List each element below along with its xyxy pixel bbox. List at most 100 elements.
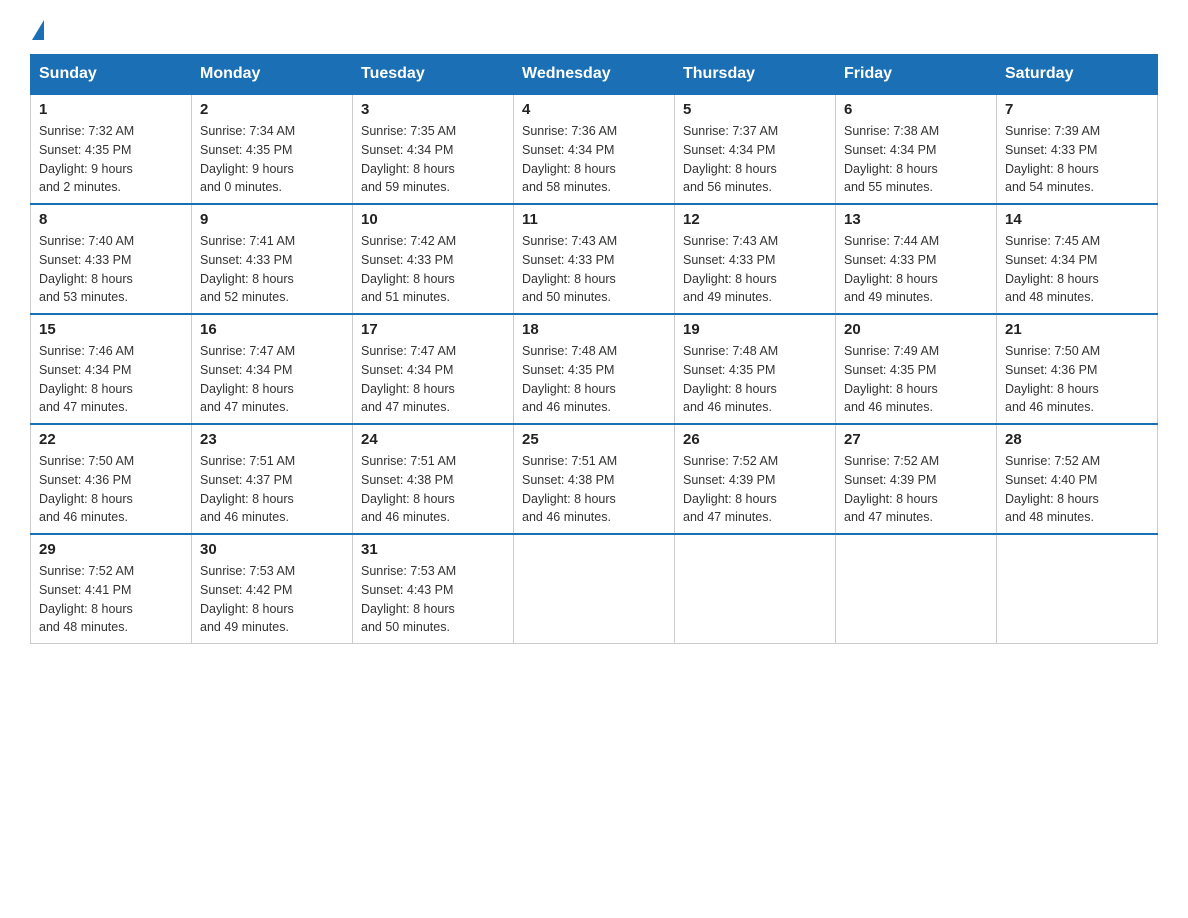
- day-number: 19: [683, 321, 827, 338]
- day-number: 27: [844, 431, 988, 448]
- day-number: 5: [683, 101, 827, 118]
- day-cell: 26 Sunrise: 7:52 AM Sunset: 4:39 PM Dayl…: [675, 424, 836, 534]
- logo: [30, 20, 44, 44]
- day-number: 21: [1005, 321, 1149, 338]
- day-cell: [997, 534, 1158, 644]
- day-cell: 12 Sunrise: 7:43 AM Sunset: 4:33 PM Dayl…: [675, 204, 836, 314]
- day-number: 11: [522, 211, 666, 228]
- week-row-3: 15 Sunrise: 7:46 AM Sunset: 4:34 PM Dayl…: [31, 314, 1158, 424]
- day-info: Sunrise: 7:52 AM Sunset: 4:40 PM Dayligh…: [1005, 452, 1149, 527]
- day-number: 25: [522, 431, 666, 448]
- day-cell: 2 Sunrise: 7:34 AM Sunset: 4:35 PM Dayli…: [192, 94, 353, 204]
- day-cell: 22 Sunrise: 7:50 AM Sunset: 4:36 PM Dayl…: [31, 424, 192, 534]
- day-info: Sunrise: 7:51 AM Sunset: 4:38 PM Dayligh…: [522, 452, 666, 527]
- day-info: Sunrise: 7:40 AM Sunset: 4:33 PM Dayligh…: [39, 232, 183, 307]
- day-cell: 18 Sunrise: 7:48 AM Sunset: 4:35 PM Dayl…: [514, 314, 675, 424]
- day-number: 18: [522, 321, 666, 338]
- week-row-4: 22 Sunrise: 7:50 AM Sunset: 4:36 PM Dayl…: [31, 424, 1158, 534]
- day-cell: 7 Sunrise: 7:39 AM Sunset: 4:33 PM Dayli…: [997, 94, 1158, 204]
- day-cell: [836, 534, 997, 644]
- day-info: Sunrise: 7:49 AM Sunset: 4:35 PM Dayligh…: [844, 342, 988, 417]
- day-cell: 13 Sunrise: 7:44 AM Sunset: 4:33 PM Dayl…: [836, 204, 997, 314]
- day-number: 31: [361, 541, 505, 558]
- day-info: Sunrise: 7:51 AM Sunset: 4:37 PM Dayligh…: [200, 452, 344, 527]
- day-info: Sunrise: 7:48 AM Sunset: 4:35 PM Dayligh…: [522, 342, 666, 417]
- day-info: Sunrise: 7:50 AM Sunset: 4:36 PM Dayligh…: [1005, 342, 1149, 417]
- day-info: Sunrise: 7:42 AM Sunset: 4:33 PM Dayligh…: [361, 232, 505, 307]
- day-cell: 4 Sunrise: 7:36 AM Sunset: 4:34 PM Dayli…: [514, 94, 675, 204]
- week-row-2: 8 Sunrise: 7:40 AM Sunset: 4:33 PM Dayli…: [31, 204, 1158, 314]
- day-info: Sunrise: 7:53 AM Sunset: 4:42 PM Dayligh…: [200, 562, 344, 637]
- page-header: [30, 20, 1158, 44]
- header-row: SundayMondayTuesdayWednesdayThursdayFrid…: [31, 55, 1158, 95]
- day-info: Sunrise: 7:45 AM Sunset: 4:34 PM Dayligh…: [1005, 232, 1149, 307]
- day-number: 13: [844, 211, 988, 228]
- day-number: 4: [522, 101, 666, 118]
- day-info: Sunrise: 7:38 AM Sunset: 4:34 PM Dayligh…: [844, 122, 988, 197]
- day-number: 7: [1005, 101, 1149, 118]
- day-number: 24: [361, 431, 505, 448]
- day-cell: 16 Sunrise: 7:47 AM Sunset: 4:34 PM Dayl…: [192, 314, 353, 424]
- day-info: Sunrise: 7:43 AM Sunset: 4:33 PM Dayligh…: [683, 232, 827, 307]
- day-number: 30: [200, 541, 344, 558]
- col-header-wednesday: Wednesday: [514, 55, 675, 95]
- day-number: 20: [844, 321, 988, 338]
- day-info: Sunrise: 7:53 AM Sunset: 4:43 PM Dayligh…: [361, 562, 505, 637]
- day-info: Sunrise: 7:52 AM Sunset: 4:41 PM Dayligh…: [39, 562, 183, 637]
- logo-triangle-icon: [32, 20, 44, 40]
- day-number: 12: [683, 211, 827, 228]
- day-cell: 8 Sunrise: 7:40 AM Sunset: 4:33 PM Dayli…: [31, 204, 192, 314]
- day-info: Sunrise: 7:37 AM Sunset: 4:34 PM Dayligh…: [683, 122, 827, 197]
- day-number: 3: [361, 101, 505, 118]
- day-number: 15: [39, 321, 183, 338]
- day-cell: [675, 534, 836, 644]
- day-cell: 5 Sunrise: 7:37 AM Sunset: 4:34 PM Dayli…: [675, 94, 836, 204]
- day-cell: 19 Sunrise: 7:48 AM Sunset: 4:35 PM Dayl…: [675, 314, 836, 424]
- day-cell: 29 Sunrise: 7:52 AM Sunset: 4:41 PM Dayl…: [31, 534, 192, 644]
- col-header-friday: Friday: [836, 55, 997, 95]
- day-cell: 30 Sunrise: 7:53 AM Sunset: 4:42 PM Dayl…: [192, 534, 353, 644]
- day-cell: 31 Sunrise: 7:53 AM Sunset: 4:43 PM Dayl…: [353, 534, 514, 644]
- day-cell: 17 Sunrise: 7:47 AM Sunset: 4:34 PM Dayl…: [353, 314, 514, 424]
- day-info: Sunrise: 7:47 AM Sunset: 4:34 PM Dayligh…: [200, 342, 344, 417]
- day-cell: 24 Sunrise: 7:51 AM Sunset: 4:38 PM Dayl…: [353, 424, 514, 534]
- day-info: Sunrise: 7:34 AM Sunset: 4:35 PM Dayligh…: [200, 122, 344, 197]
- day-number: 17: [361, 321, 505, 338]
- col-header-tuesday: Tuesday: [353, 55, 514, 95]
- day-cell: 14 Sunrise: 7:45 AM Sunset: 4:34 PM Dayl…: [997, 204, 1158, 314]
- col-header-sunday: Sunday: [31, 55, 192, 95]
- day-info: Sunrise: 7:39 AM Sunset: 4:33 PM Dayligh…: [1005, 122, 1149, 197]
- day-info: Sunrise: 7:47 AM Sunset: 4:34 PM Dayligh…: [361, 342, 505, 417]
- day-info: Sunrise: 7:52 AM Sunset: 4:39 PM Dayligh…: [683, 452, 827, 527]
- day-info: Sunrise: 7:51 AM Sunset: 4:38 PM Dayligh…: [361, 452, 505, 527]
- calendar-table: SundayMondayTuesdayWednesdayThursdayFrid…: [30, 54, 1158, 644]
- day-info: Sunrise: 7:36 AM Sunset: 4:34 PM Dayligh…: [522, 122, 666, 197]
- day-cell: 9 Sunrise: 7:41 AM Sunset: 4:33 PM Dayli…: [192, 204, 353, 314]
- day-info: Sunrise: 7:32 AM Sunset: 4:35 PM Dayligh…: [39, 122, 183, 197]
- day-number: 8: [39, 211, 183, 228]
- day-cell: 25 Sunrise: 7:51 AM Sunset: 4:38 PM Dayl…: [514, 424, 675, 534]
- day-number: 23: [200, 431, 344, 448]
- day-cell: 21 Sunrise: 7:50 AM Sunset: 4:36 PM Dayl…: [997, 314, 1158, 424]
- day-cell: 20 Sunrise: 7:49 AM Sunset: 4:35 PM Dayl…: [836, 314, 997, 424]
- day-number: 26: [683, 431, 827, 448]
- day-info: Sunrise: 7:46 AM Sunset: 4:34 PM Dayligh…: [39, 342, 183, 417]
- day-number: 9: [200, 211, 344, 228]
- day-cell: 3 Sunrise: 7:35 AM Sunset: 4:34 PM Dayli…: [353, 94, 514, 204]
- day-cell: 11 Sunrise: 7:43 AM Sunset: 4:33 PM Dayl…: [514, 204, 675, 314]
- col-header-thursday: Thursday: [675, 55, 836, 95]
- day-info: Sunrise: 7:52 AM Sunset: 4:39 PM Dayligh…: [844, 452, 988, 527]
- col-header-saturday: Saturday: [997, 55, 1158, 95]
- day-number: 14: [1005, 211, 1149, 228]
- day-number: 29: [39, 541, 183, 558]
- day-cell: 27 Sunrise: 7:52 AM Sunset: 4:39 PM Dayl…: [836, 424, 997, 534]
- week-row-5: 29 Sunrise: 7:52 AM Sunset: 4:41 PM Dayl…: [31, 534, 1158, 644]
- day-cell: 23 Sunrise: 7:51 AM Sunset: 4:37 PM Dayl…: [192, 424, 353, 534]
- col-header-monday: Monday: [192, 55, 353, 95]
- day-number: 28: [1005, 431, 1149, 448]
- day-info: Sunrise: 7:43 AM Sunset: 4:33 PM Dayligh…: [522, 232, 666, 307]
- day-number: 10: [361, 211, 505, 228]
- day-cell: 6 Sunrise: 7:38 AM Sunset: 4:34 PM Dayli…: [836, 94, 997, 204]
- day-cell: 1 Sunrise: 7:32 AM Sunset: 4:35 PM Dayli…: [31, 94, 192, 204]
- day-number: 16: [200, 321, 344, 338]
